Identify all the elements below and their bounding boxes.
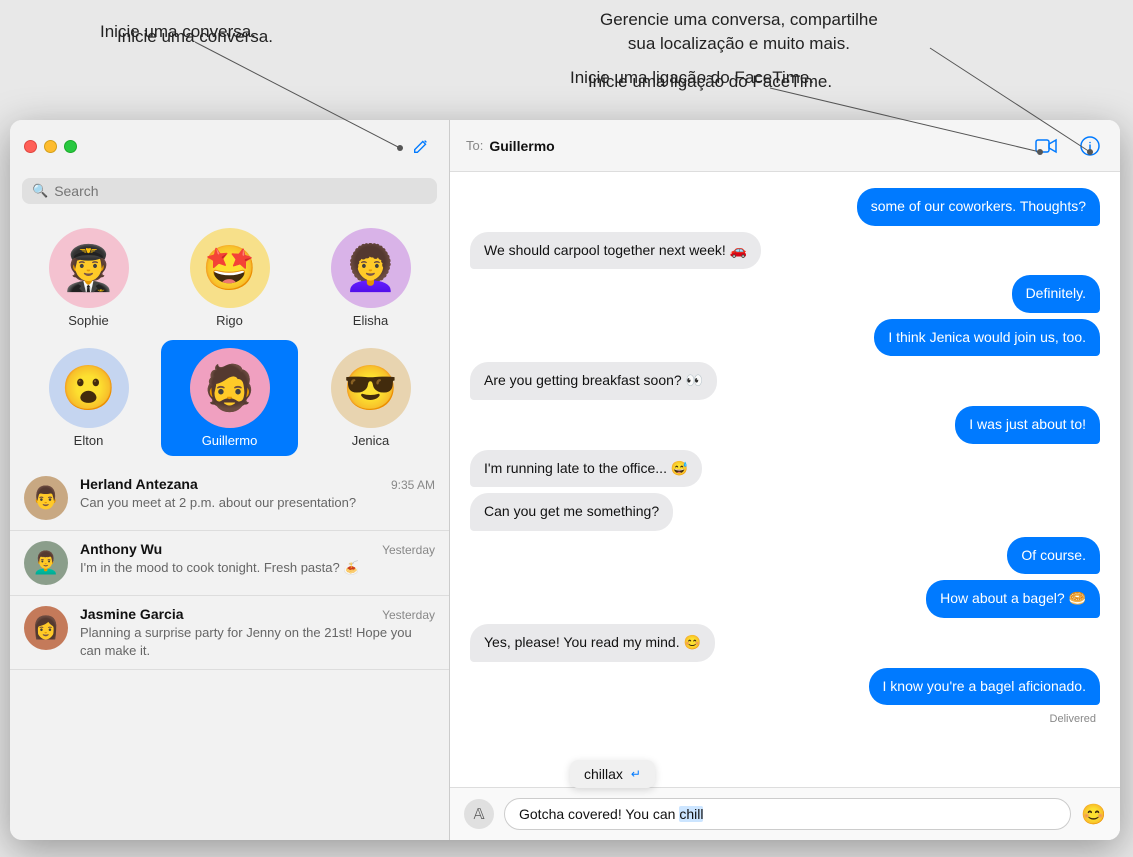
input-text-before: Gotcha covered! You can xyxy=(519,806,679,822)
message-bubble-m5: Are you getting breakfast soon? 👀 xyxy=(470,362,717,400)
avatar-item-rigo[interactable]: 🤩 Rigo xyxy=(161,220,298,336)
convo-time-anthony: Yesterday xyxy=(382,543,435,557)
info-button[interactable] xyxy=(1076,132,1104,160)
convo-content-anthony: Anthony Wu Yesterday I'm in the mood to … xyxy=(80,541,435,577)
messages-area: some of our coworkers. Thoughts? We shou… xyxy=(450,172,1120,787)
traffic-lights xyxy=(24,140,77,153)
convo-header-herland: Herland Antezana 9:35 AM xyxy=(80,476,435,492)
convo-time-jasmine: Yesterday xyxy=(382,608,435,622)
convo-item-herland[interactable]: 👨 Herland Antezana 9:35 AM Can you meet … xyxy=(10,466,449,531)
convo-preview-jasmine: Planning a surprise party for Jenny on t… xyxy=(80,624,435,659)
chat-actions xyxy=(1032,132,1104,160)
message-row-m9: Of course. xyxy=(470,537,1100,575)
convo-preview-anthony: I'm in the mood to cook tonight. Fresh p… xyxy=(80,559,435,577)
message-row-m10: How about a bagel? 🥯 xyxy=(470,580,1100,618)
avatar-label-elton: Elton xyxy=(74,433,104,448)
close-button[interactable] xyxy=(24,140,37,153)
search-input[interactable] xyxy=(54,183,427,199)
avatar-item-elton[interactable]: 😮 Elton xyxy=(20,340,157,456)
avatar-item-sophie[interactable]: 🧑‍✈️ Sophie xyxy=(20,220,157,336)
message-bubble-m6: I was just about to! xyxy=(955,406,1100,444)
message-input-text: Gotcha covered! You can chill xyxy=(519,806,1056,822)
input-text-highlight: chill xyxy=(679,806,703,822)
message-row-m6: I was just about to! xyxy=(470,406,1100,444)
chat-recipient-name: Guillermo xyxy=(489,138,554,154)
annotation-text-compose: Inicie uma conversa. xyxy=(100,22,256,42)
message-row-m3: Definitely. xyxy=(470,275,1100,313)
autocomplete-arrow-icon: ↵ xyxy=(631,767,641,781)
conversation-list: 👨 Herland Antezana 9:35 AM Can you meet … xyxy=(10,466,449,840)
avatar-guillermo: 🧔 xyxy=(190,348,270,428)
avatar-sophie: 🧑‍✈️ xyxy=(49,228,129,308)
avatar-anthony: 👨‍🦱 xyxy=(24,541,68,585)
annotation-text-facetime: Inicie uma ligação do FaceTime. xyxy=(570,68,814,88)
message-bubble-m12: I know you're a bagel aficionado. xyxy=(869,668,1100,706)
message-bubble-m3: Definitely. xyxy=(1012,275,1100,313)
message-bubble-m9: Of course. xyxy=(1007,537,1100,575)
avatar-item-guillermo[interactable]: 🧔 Guillermo xyxy=(161,340,298,456)
message-row-m4: I think Jenica would join us, too. xyxy=(470,319,1100,357)
avatar-item-jenica[interactable]: 😎 Jenica xyxy=(302,340,439,456)
search-bar[interactable]: 🔍 xyxy=(22,178,437,204)
chat-to-label: To: xyxy=(466,138,483,153)
fullscreen-button[interactable] xyxy=(64,140,77,153)
convo-header-anthony: Anthony Wu Yesterday xyxy=(80,541,435,557)
avatar-label-elisha: Elisha xyxy=(353,313,388,328)
avatar-jasmine: 👩 xyxy=(24,606,68,650)
facetime-button[interactable] xyxy=(1032,132,1060,160)
avatar-jenica: 😎 xyxy=(331,348,411,428)
convo-name-anthony: Anthony Wu xyxy=(80,541,162,557)
message-bubble-m7: I'm running late to the office... 😅 xyxy=(470,450,702,488)
input-area: 𝔸 Gotcha covered! You can chill 😊 chilla… xyxy=(450,787,1120,840)
app-window: 🔍 🧑‍✈️ Sophie 🤩 Rigo 👩‍🦱 Elisha 😮 Elton xyxy=(10,120,1120,840)
search-icon: 🔍 xyxy=(32,183,48,199)
message-row-m1: some of our coworkers. Thoughts? xyxy=(470,188,1100,226)
message-bubble-m1: some of our coworkers. Thoughts? xyxy=(857,188,1100,226)
message-row-m8: Can you get me something? xyxy=(470,493,1100,531)
compose-button[interactable] xyxy=(407,132,435,160)
emoji-button[interactable]: 😊 xyxy=(1081,802,1106,827)
message-bubble-m2: We should carpool together next week! 🚗 xyxy=(470,232,761,270)
annotation-text-manage: Gerencie uma conversa, compartilhesua lo… xyxy=(600,8,878,56)
autocomplete-text: chillax xyxy=(584,766,623,782)
avatar-rigo: 🤩 xyxy=(190,228,270,308)
chat-panel: To: Guillermo xyxy=(450,120,1120,840)
convo-name-jasmine: Jasmine Garcia xyxy=(80,606,184,622)
minimize-button[interactable] xyxy=(44,140,57,153)
avatar-label-sophie: Sophie xyxy=(68,313,108,328)
message-row-m5: Are you getting breakfast soon? 👀 xyxy=(470,362,1100,400)
message-input-wrapper[interactable]: Gotcha covered! You can chill xyxy=(504,798,1071,830)
convo-preview-herland: Can you meet at 2 p.m. about our present… xyxy=(80,494,435,512)
avatar-label-rigo: Rigo xyxy=(216,313,243,328)
avatar-grid: 🧑‍✈️ Sophie 🤩 Rigo 👩‍🦱 Elisha 😮 Elton 🧔 … xyxy=(10,214,449,466)
convo-time-herland: 9:35 AM xyxy=(391,478,435,492)
convo-name-herland: Herland Antezana xyxy=(80,476,198,492)
convo-content-jasmine: Jasmine Garcia Yesterday Planning a surp… xyxy=(80,606,435,659)
sidebar-titlebar xyxy=(10,120,449,172)
message-bubble-m11: Yes, please! You read my mind. 😊 xyxy=(470,624,715,662)
message-bubble-m8: Can you get me something? xyxy=(470,493,673,531)
message-row-m12: I know you're a bagel aficionado. xyxy=(470,668,1100,706)
chat-titlebar: To: Guillermo xyxy=(450,120,1120,172)
message-bubble-m10: How about a bagel? 🥯 xyxy=(926,580,1100,618)
message-row-m2: We should carpool together next week! 🚗 xyxy=(470,232,1100,270)
avatar-elisha: 👩‍🦱 xyxy=(331,228,411,308)
autocomplete-popup[interactable]: chillax ↵ xyxy=(570,760,655,788)
convo-item-jasmine[interactable]: 👩 Jasmine Garcia Yesterday Planning a su… xyxy=(10,596,449,670)
message-row-m7: I'm running late to the office... 😅 xyxy=(470,450,1100,488)
avatar-herland: 👨 xyxy=(24,476,68,520)
avatar-label-guillermo: Guillermo xyxy=(202,433,258,448)
avatar-item-elisha[interactable]: 👩‍🦱 Elisha xyxy=(302,220,439,336)
message-bubble-m4: I think Jenica would join us, too. xyxy=(874,319,1100,357)
message-row-m11: Yes, please! You read my mind. 😊 xyxy=(470,624,1100,662)
app-store-button[interactable]: 𝔸 xyxy=(464,799,494,829)
convo-content-herland: Herland Antezana 9:35 AM Can you meet at… xyxy=(80,476,435,512)
avatar-elton: 😮 xyxy=(49,348,129,428)
convo-item-anthony[interactable]: 👨‍🦱 Anthony Wu Yesterday I'm in the mood… xyxy=(10,531,449,596)
convo-header-jasmine: Jasmine Garcia Yesterday xyxy=(80,606,435,622)
delivered-label: Delivered xyxy=(470,713,1096,725)
sidebar: 🔍 🧑‍✈️ Sophie 🤩 Rigo 👩‍🦱 Elisha 😮 Elton xyxy=(10,120,450,840)
avatar-label-jenica: Jenica xyxy=(352,433,390,448)
